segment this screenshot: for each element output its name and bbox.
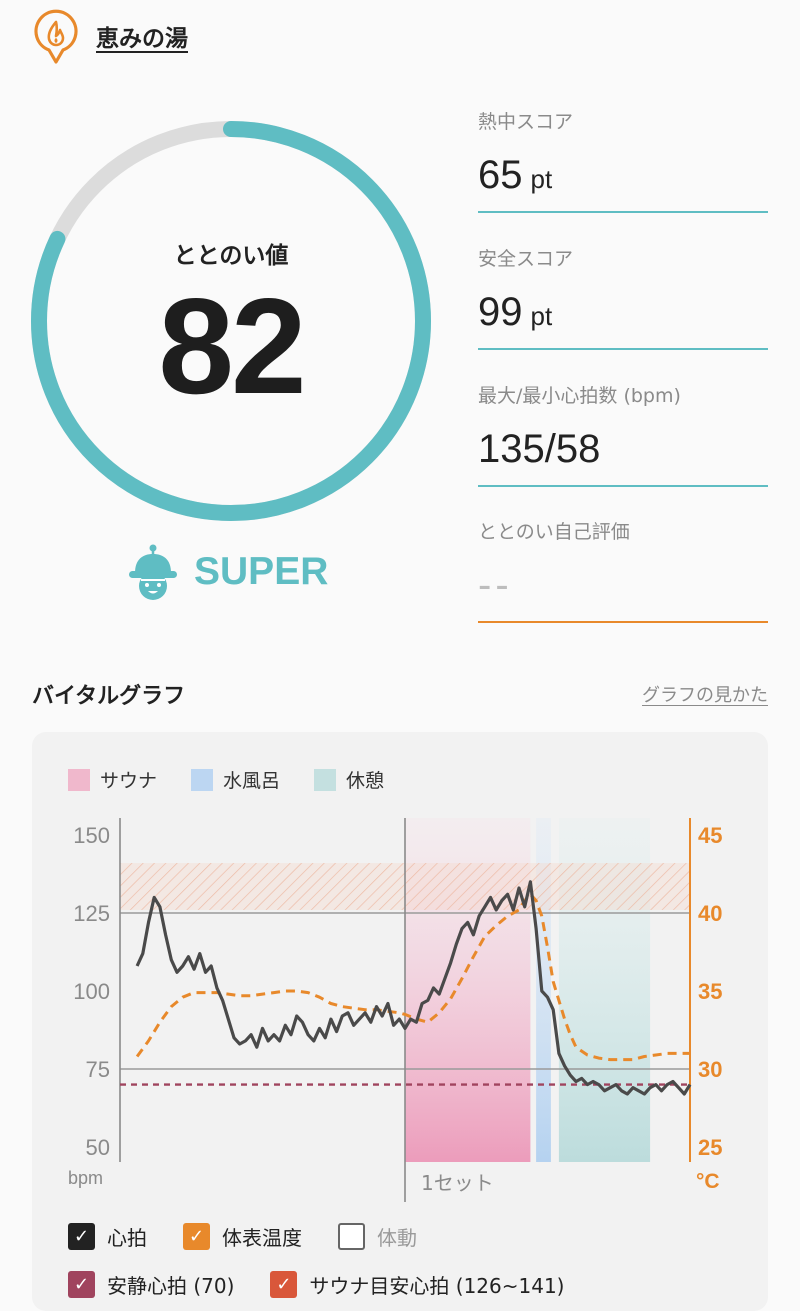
self-rating-stat[interactable]: ととのい自己評価 -- [478, 518, 768, 623]
checkbox-checked-icon[interactable]: ✓ [68, 1270, 95, 1298]
graph-help-link[interactable]: グラフの見かた [642, 681, 768, 707]
y-left-tick: 150 [73, 823, 110, 848]
heat-score-stat: 熱中スコア 65 pt [478, 108, 768, 213]
set-label: 1セット [421, 1171, 494, 1195]
divider [478, 348, 768, 350]
checkbox-checked-icon[interactable]: ✓ [68, 1222, 95, 1250]
divider [478, 485, 768, 487]
divider [478, 621, 768, 623]
vital-graph-title: バイタルグラフ [32, 684, 186, 709]
toggle-row: ✓ 安静心拍 (70) ✓ サウナ目安心拍 (126~141) [68, 1266, 601, 1302]
legend-swatch [68, 768, 90, 791]
heat-score-value: 65 pt [478, 153, 553, 197]
y-right-unit: °C [696, 1170, 720, 1193]
series-toggles: ✓ 心拍 ✓ 体表温度 体動 ✓ 安静心拍 (70) ✓ サウナ目安心拍 (126~14… [68, 1218, 601, 1311]
phase-legend: サウナ 水風呂 休憩 [68, 766, 418, 793]
toggle-target-hr[interactable]: ✓ サウナ目安心拍 (126~141) [270, 1270, 565, 1299]
score-label: ととのい値 [173, 243, 289, 269]
y-right-tick: 35 [698, 979, 722, 1004]
self-rating-label: ととのい自己評価 [478, 521, 630, 543]
divider [478, 211, 768, 213]
y-left-tick: 125 [73, 901, 110, 926]
legend-swatch [191, 768, 214, 791]
totonoi-score-gauge: ととのい値 82 [30, 120, 432, 522]
sauna-pin-icon[interactable] [32, 8, 80, 64]
toggle-row: ✓ 心拍 ✓ 体表温度 体動 [68, 1218, 601, 1254]
grade-badge: SUPER [128, 540, 328, 604]
heart-rate-value: 135/58 [478, 427, 601, 471]
checkbox-checked-icon[interactable]: ✓ [183, 1222, 210, 1250]
safety-score-stat: 安全スコア 99 pt [478, 245, 768, 350]
y-left-tick: 75 [86, 1057, 110, 1082]
heart-rate-label: 最大/最小心拍数 (bpm) [478, 385, 681, 407]
y-right-tick: 30 [698, 1057, 722, 1082]
toggle-body-motion[interactable]: 体動 [338, 1222, 417, 1251]
safety-score-label: 安全スコア [478, 248, 574, 270]
self-rating-value[interactable]: -- [478, 562, 768, 608]
safety-score-value: 99 pt [478, 290, 553, 334]
facility-name-link[interactable]: 恵みの湯 [96, 19, 188, 53]
y-left-unit: bpm [68, 1168, 103, 1188]
header: 恵みの湯 [32, 8, 188, 64]
score-value: 82 [158, 270, 306, 422]
y-left-tick: 50 [86, 1135, 110, 1160]
toggle-skin-temp[interactable]: ✓ 体表温度 [183, 1222, 302, 1251]
sauna-hat-face-icon [129, 544, 177, 600]
vital-chart[interactable]: 150 125 100 75 50 45 40 35 30 25 bpm °C 1セット [60, 810, 750, 1210]
toggle-heart-rate[interactable]: ✓ 心拍 [68, 1222, 147, 1251]
checkbox-unchecked-icon[interactable] [338, 1222, 365, 1250]
legend-rest: 休憩 [314, 766, 384, 793]
heart-rate-stat: 最大/最小心拍数 (bpm) 135/58 [478, 382, 768, 487]
y-right-tick: 40 [698, 901, 722, 926]
legend-cold-bath: 水風呂 [191, 766, 280, 793]
toggle-resting-hr[interactable]: ✓ 安静心拍 (70) [68, 1270, 234, 1299]
legend-swatch [314, 768, 337, 791]
grade-text: SUPER [194, 550, 329, 593]
heat-score-label: 熱中スコア [478, 111, 574, 133]
legend-sauna: サウナ [68, 766, 157, 793]
checkbox-checked-icon[interactable]: ✓ [270, 1270, 298, 1298]
y-left-tick: 100 [73, 979, 110, 1004]
y-right-tick: 45 [698, 823, 722, 848]
y-right-tick: 25 [698, 1135, 722, 1160]
